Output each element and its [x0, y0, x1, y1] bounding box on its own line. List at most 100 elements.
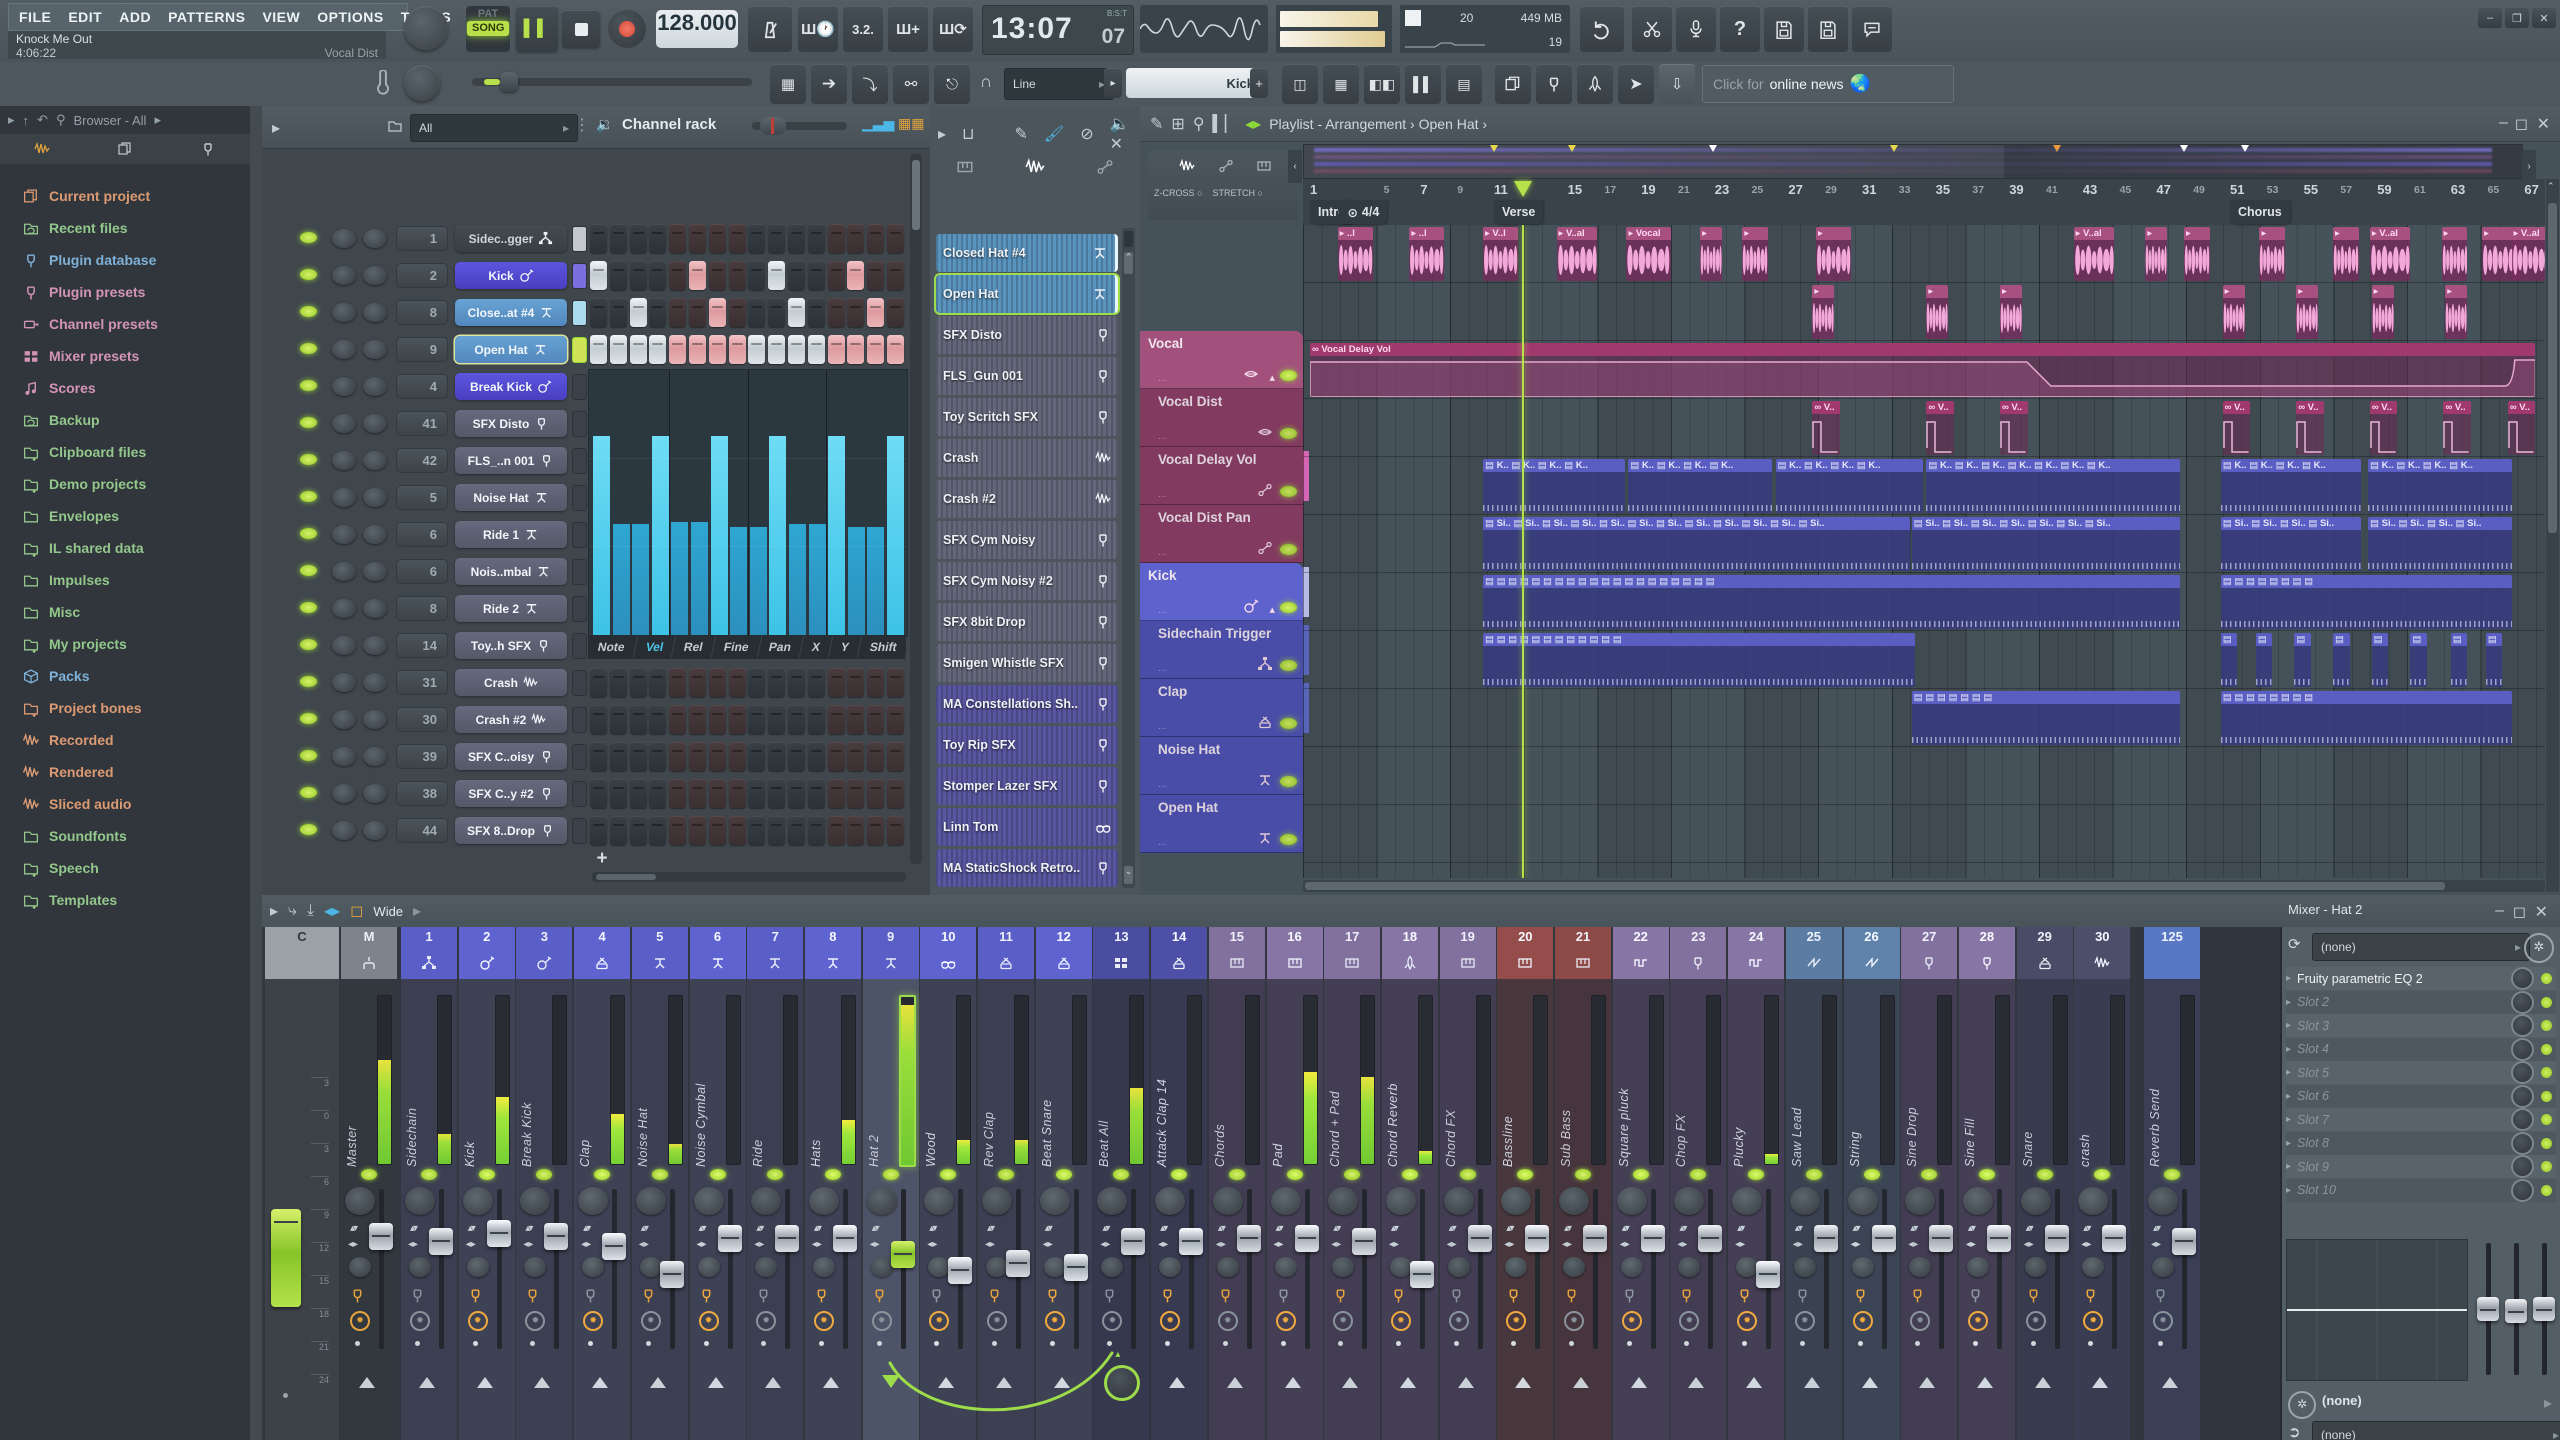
- strip-header[interactable]: 18: [1381, 927, 1438, 979]
- rack-hscrollbar[interactable]: [592, 872, 906, 882]
- audio-clip[interactable]: ▸: [1926, 285, 1949, 339]
- fx-plug-icon[interactable]: [640, 1287, 657, 1304]
- channel-button-fls-n-001[interactable]: FLS_..n 001: [455, 447, 567, 474]
- strip-route-arrow[interactable]: [1515, 1377, 1532, 1388]
- channel-pan-knob[interactable]: [332, 229, 356, 248]
- strip-fader[interactable]: [1121, 1228, 1146, 1255]
- browser-item-sliced-audio[interactable]: Sliced audio: [0, 788, 250, 820]
- channel-led[interactable]: [300, 750, 317, 761]
- channel-mute-strip[interactable]: [572, 374, 587, 400]
- pattern-clip[interactable]: ▤ ▤ ▤ ▤ ▤ ▤ ▤ ▤ ▤ ▤ ▤ ▤ ▤ ▤ ▤ ▤ ▤ ▤ ▤ ▤: [1482, 575, 2181, 629]
- step-cell[interactable]: [807, 779, 825, 808]
- mixer-window-button[interactable]: ▌▌: [1405, 64, 1441, 104]
- timeline-bar-number[interactable]: 43: [2083, 182, 2097, 197]
- channel-button-break-kick[interactable]: Break Kick: [455, 373, 567, 400]
- rack-vscrollbar[interactable]: [910, 154, 922, 864]
- channel-led[interactable]: [300, 639, 317, 650]
- browser-item-packs[interactable]: Packs: [0, 660, 250, 692]
- strip-pan-arrows[interactable]: ▴▾: [2083, 1223, 2091, 1234]
- strip-fx-icon[interactable]: [928, 1287, 945, 1309]
- audio-clip[interactable]: ▸: [1700, 227, 1723, 281]
- pl-restore-icon[interactable]: ◻: [2515, 114, 2528, 134]
- picker-item-crash-2[interactable]: Crash #2: [936, 480, 1118, 518]
- timeline-bar-number[interactable]: 47: [2156, 182, 2170, 197]
- strip-fx-icon[interactable]: [1044, 1287, 1061, 1309]
- audio-clip[interactable]: ▸: [2259, 227, 2286, 281]
- step-cell[interactable]: [788, 261, 805, 290]
- fx-plug-icon[interactable]: [698, 1287, 715, 1304]
- metronome-button[interactable]: [748, 6, 792, 52]
- strip-fader[interactable]: [602, 1233, 627, 1260]
- strip-header[interactable]: 10: [920, 927, 977, 979]
- timeline-bar-number[interactable]: 21: [1678, 184, 1690, 196]
- strip-route-arrow[interactable]: [1573, 1377, 1589, 1388]
- strip-led[interactable]: [767, 1169, 784, 1180]
- playlist-track-vocal-delay-vol[interactable]: Vocal Delay Vol...: [1140, 447, 1309, 505]
- channel-pattern-count[interactable]: 6: [396, 559, 448, 584]
- slot-enable-led[interactable]: [2541, 1020, 2552, 1031]
- browser-item-rendered[interactable]: Rendered: [0, 756, 250, 788]
- strip-fader[interactable]: [1698, 1225, 1723, 1252]
- channel-mute-strip[interactable]: [572, 263, 587, 289]
- channel-button-crash-2[interactable]: Crash #2: [455, 706, 567, 733]
- browser-item-clipboard-files[interactable]: Clipboard files: [0, 436, 250, 468]
- channel-pan-knob[interactable]: [332, 784, 356, 803]
- strip-stereo-knob[interactable]: [1097, 1187, 1128, 1215]
- slot-mix-knob[interactable]: [2511, 1061, 2534, 1084]
- channel-vol-knob[interactable]: [363, 710, 387, 729]
- strip-fader[interactable]: [1929, 1225, 1954, 1252]
- strip-small-knob[interactable]: [1620, 1257, 1643, 1277]
- strip-fx-icon[interactable]: [1967, 1287, 1984, 1309]
- step-cell[interactable]: [847, 668, 865, 697]
- strip-sep-arrows[interactable]: ◂▸: [2151, 1239, 2161, 1250]
- velocity-bar[interactable]: [671, 522, 689, 636]
- step-cell[interactable]: [887, 261, 904, 290]
- step-cell[interactable]: [590, 335, 607, 364]
- menu-options[interactable]: OPTIONS: [317, 9, 384, 25]
- picker-item-closed-hat-4[interactable]: Closed Hat #4: [936, 234, 1118, 272]
- audio-clip[interactable]: ▸: [2441, 227, 2468, 281]
- step-cell[interactable]: [827, 779, 845, 808]
- mixer-record-arm-icon[interactable]: ⤓: [307, 902, 314, 920]
- panel-splitter[interactable]: [250, 106, 262, 1440]
- step-cell[interactable]: [847, 816, 865, 845]
- picker-tab-patterns-icon[interactable]: [953, 158, 977, 176]
- pl-tab-automation-icon[interactable]: [1216, 158, 1236, 174]
- track-options-dots[interactable]: ...: [1158, 663, 1166, 674]
- about-button[interactable]: [1852, 6, 1892, 52]
- strip-header[interactable]: 17: [1324, 927, 1381, 979]
- strip-header[interactable]: 30: [2074, 927, 2131, 979]
- touch-controller-button[interactable]: [1577, 64, 1613, 104]
- step-cell[interactable]: [689, 816, 706, 845]
- channel-button-nois-mbal[interactable]: Nois..mbal: [455, 558, 567, 585]
- strip-route-arrow[interactable]: [1861, 1377, 1878, 1388]
- channel-vol-knob[interactable]: [363, 488, 387, 507]
- browser-item-channel-presets[interactable]: Channel presets: [0, 308, 250, 340]
- step-cell[interactable]: [590, 742, 607, 771]
- velocity-bar[interactable]: [789, 524, 806, 636]
- step-cell[interactable]: [649, 742, 667, 771]
- channel-led[interactable]: [300, 787, 317, 798]
- strip-sep-arrows[interactable]: ◂▸: [1158, 1239, 1168, 1250]
- picker-item-linn-tom[interactable]: Linn Tom: [936, 808, 1118, 846]
- picker-item-crash[interactable]: Crash: [936, 439, 1118, 477]
- slot-enable-led[interactable]: [2541, 1137, 2552, 1149]
- rack-folder-icon[interactable]: [386, 118, 404, 134]
- pattern-clip[interactable]: ▤: [2410, 633, 2427, 687]
- strip-fx-icon[interactable]: [1390, 1287, 1407, 1309]
- step-cell[interactable]: [827, 705, 845, 734]
- playlist-track-vocal-dist[interactable]: Vocal Dist...: [1140, 389, 1303, 447]
- piano-roll-window-button[interactable]: ▦: [1323, 64, 1359, 104]
- strip-small-knob[interactable]: [1851, 1257, 1874, 1277]
- mixer-close-icon[interactable]: ✕: [2535, 902, 2548, 922]
- step-cell[interactable]: [788, 224, 805, 253]
- slot-arrow-icon[interactable]: ▸: [2286, 1020, 2291, 1031]
- strip-header[interactable]: 6: [689, 927, 746, 979]
- strip-small-knob[interactable]: [466, 1257, 489, 1277]
- strip-fader[interactable]: [2044, 1225, 2069, 1252]
- automation-clip[interactable]: ∞ V..: [1812, 401, 1840, 455]
- mixer-strip-chord-fx[interactable]: 19 Chord FX ▴▾ ◂▸ ✹: [1439, 927, 1496, 1440]
- strip-pan-arrows[interactable]: ▴▾: [699, 1223, 707, 1234]
- picker-vscrollbar[interactable]: ⌃ ⌄: [1122, 228, 1135, 888]
- channel-button-close-at-4[interactable]: Close..at #4: [455, 299, 567, 326]
